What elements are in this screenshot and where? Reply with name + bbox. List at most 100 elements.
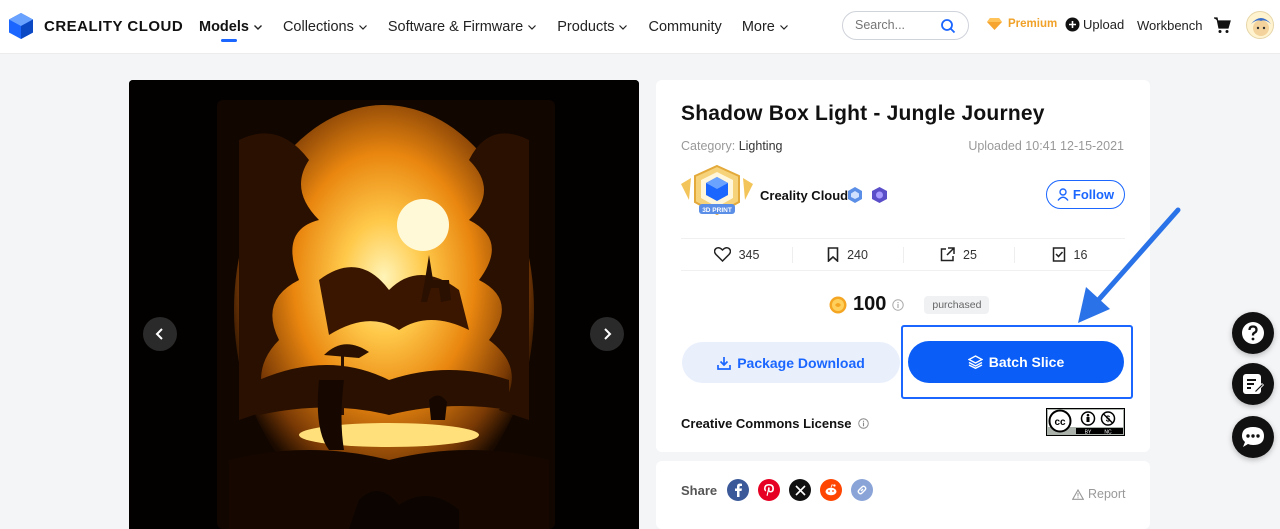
nav-products[interactable]: Products — [557, 0, 628, 54]
coin-icon — [829, 296, 847, 313]
brand-name: CREALITY CLOUD — [44, 17, 184, 35]
model-title: Shadow Box Light - Jungle Journey — [681, 102, 1045, 125]
category-label: Category: — [681, 139, 736, 153]
report-label: Report — [1088, 487, 1126, 501]
copy-link-share-icon[interactable] — [851, 479, 873, 501]
cc-text: cc — [1054, 417, 1066, 428]
facebook-icon — [735, 483, 742, 497]
model-stats: 345 240 25 16 — [681, 238, 1125, 271]
share-label: Share — [681, 483, 718, 498]
next-image-button[interactable] — [590, 317, 624, 351]
info-icon[interactable] — [892, 298, 905, 311]
upload-date: Uploaded 10:41 12-15-2021 — [968, 139, 1124, 153]
x-icon — [794, 484, 806, 496]
user-avatar[interactable] — [1246, 11, 1274, 39]
chevron-down-icon — [528, 25, 537, 30]
cc-by-nc-license-badge[interactable]: cc $ BY NC — [1046, 408, 1125, 436]
chevron-down-icon — [253, 25, 262, 30]
info-icon[interactable] — [857, 418, 869, 429]
like-stat[interactable]: 345 — [681, 239, 792, 270]
model-price: 100 purchased — [829, 293, 990, 316]
price-value: 100 — [853, 293, 887, 315]
brand-logo[interactable]: CREALITY CLOUD — [6, 11, 183, 41]
nav-community[interactable]: Community — [648, 0, 721, 54]
plus-circle-icon — [1065, 17, 1080, 32]
batch-slice-highlight-box — [901, 325, 1133, 399]
follow-label: Follow — [1072, 187, 1115, 202]
main-menu: Models Collections Software & Firmware P… — [199, 0, 809, 54]
by-text: BY — [1085, 430, 1092, 436]
pinterest-share-icon[interactable] — [758, 479, 780, 501]
search-box[interactable] — [842, 11, 969, 40]
badge-text: 3D PRINT — [702, 207, 732, 214]
reddit-icon — [825, 484, 837, 496]
bookmark-icon — [827, 247, 839, 262]
pinterest-icon — [764, 484, 774, 496]
cart-icon[interactable] — [1213, 16, 1231, 34]
collect-stat[interactable]: 240 — [792, 239, 903, 270]
creator-level-badge-icon — [872, 187, 887, 203]
premium-label: Premium — [1008, 18, 1058, 30]
annotation-arrow-icon — [1078, 207, 1181, 323]
user-icon — [1057, 188, 1069, 201]
previous-image-button[interactable] — [143, 317, 177, 351]
creator-badge-icon: 3D PRINT — [681, 164, 753, 216]
creality-cube-icon — [9, 13, 33, 39]
package-download-button[interactable]: Package Download — [682, 342, 900, 383]
reddit-share-icon[interactable] — [820, 479, 842, 501]
like-count: 345 — [738, 247, 760, 262]
avatar-image — [1251, 18, 1271, 36]
chevron-down-icon — [779, 25, 788, 30]
chevron-right-icon — [604, 328, 612, 340]
nav-more[interactable]: More — [742, 0, 789, 54]
chat-float-button[interactable] — [1232, 416, 1274, 458]
question-icon — [1242, 322, 1264, 344]
chevron-down-icon — [358, 25, 367, 30]
link-icon — [857, 485, 867, 495]
upload-button[interactable]: Upload — [1065, 17, 1124, 32]
model-image-viewer[interactable] — [129, 80, 639, 529]
nc-text: NC — [1104, 430, 1112, 436]
x-share-icon[interactable] — [789, 479, 811, 501]
chevron-left-icon — [155, 328, 163, 340]
workbench-link[interactable]: Workbench — [1137, 18, 1203, 33]
model-category: Category: Lighting — [681, 139, 782, 153]
verified-badge-icon — [848, 187, 862, 203]
nav-products-label: Products — [557, 19, 615, 35]
nav-software-label: Software & Firmware — [387, 19, 524, 35]
license-row: Creative Commons License — [681, 416, 869, 431]
license-label: Creative Commons License — [681, 416, 852, 431]
package-download-label: Package Download — [737, 354, 865, 371]
nav-community-label: Community — [648, 19, 722, 35]
nav-models-label: Models — [199, 19, 249, 35]
chevron-down-icon — [619, 25, 628, 30]
feedback-edit-icon — [1243, 374, 1265, 394]
share-card: Share Report — [656, 461, 1150, 529]
warning-icon — [1072, 488, 1084, 500]
print-record-icon — [1052, 247, 1065, 262]
download-icon — [717, 356, 732, 370]
feedback-float-button[interactable] — [1232, 363, 1274, 405]
search-icon[interactable] — [940, 18, 956, 34]
help-float-button[interactable] — [1232, 312, 1274, 354]
diamond-icon — [987, 18, 1002, 30]
purchased-tag: purchased — [924, 295, 990, 314]
nav-models[interactable]: Models — [199, 0, 263, 54]
search-input[interactable] — [855, 18, 935, 32]
nav-collections[interactable]: Collections — [283, 0, 368, 54]
category-value[interactable]: Lighting — [739, 139, 783, 153]
author-name[interactable]: Creality Cloud — [760, 188, 848, 203]
nav-software-firmware[interactable]: Software & Firmware — [388, 0, 537, 54]
share-out-icon — [940, 247, 955, 262]
facebook-share-icon[interactable] — [727, 479, 749, 501]
nav-more-label: More — [741, 19, 775, 35]
model-photo — [129, 80, 639, 529]
report-link[interactable]: Report — [1072, 487, 1126, 501]
share-count: 25 — [963, 247, 977, 262]
top-nav: CREALITY CLOUD Models Collections Softwa… — [0, 0, 1280, 54]
chat-bubble-icon — [1242, 427, 1264, 447]
nav-collections-label: Collections — [282, 19, 354, 35]
share-stat[interactable]: 25 — [903, 239, 1014, 270]
collect-count: 240 — [847, 247, 868, 262]
premium-link[interactable]: Premium — [986, 17, 1057, 31]
